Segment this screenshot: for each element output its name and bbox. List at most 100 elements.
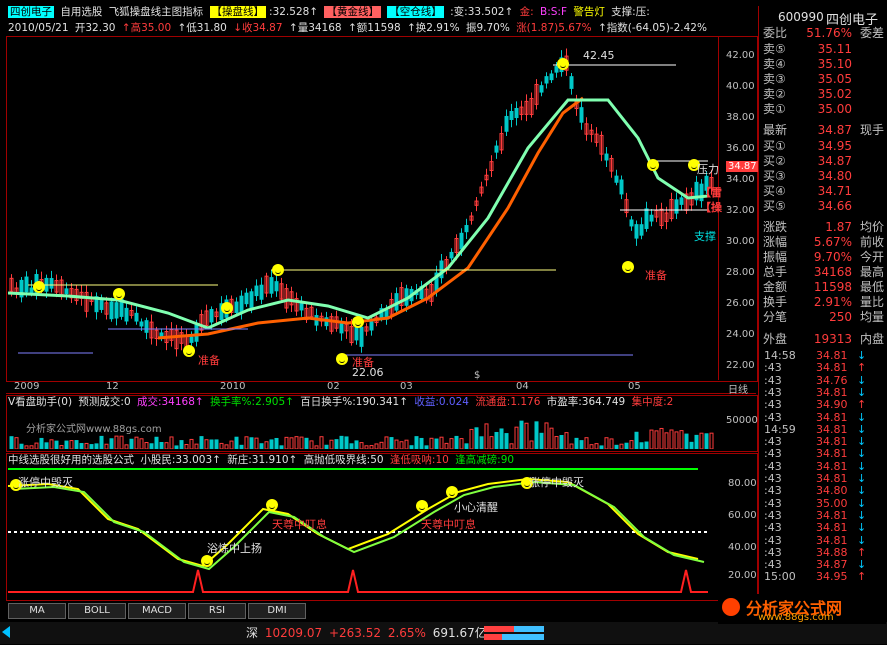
index-value: 10209.07	[264, 626, 323, 640]
huang-jin-label: 【黄金线】	[324, 6, 381, 18]
volume-bar	[154, 436, 159, 449]
volume-bar	[199, 436, 204, 449]
volume-bar	[99, 435, 104, 449]
volume-bar	[609, 438, 614, 449]
tick-row: 15:00 34.95 ↑	[764, 570, 867, 584]
volume-bar	[629, 440, 634, 449]
volume-bar	[144, 442, 149, 449]
date-label: 04	[516, 381, 529, 392]
ask-row: 卖① 35.00	[763, 102, 852, 116]
candle-chart[interactable]	[8, 38, 717, 378]
volume-bar	[244, 436, 249, 449]
volume-bar	[74, 440, 79, 449]
osc-smile-6	[201, 555, 213, 567]
volume-bar	[624, 442, 629, 449]
volume-bar	[299, 436, 304, 449]
stock-code[interactable]: 600990	[778, 10, 824, 24]
volume-bar	[419, 437, 424, 449]
tab-macd[interactable]: MACD	[128, 603, 186, 619]
volume-bar	[359, 442, 364, 449]
volume-bar	[384, 436, 389, 449]
volume-bar	[489, 436, 494, 449]
volume-bar	[259, 443, 264, 449]
volume-bar	[164, 442, 169, 449]
custom-menu[interactable]: 自用选股	[60, 6, 102, 18]
volume-bar	[674, 431, 679, 449]
volume-bar	[189, 438, 194, 449]
period-label[interactable]: 日线	[728, 381, 748, 396]
volume-bar	[709, 432, 714, 449]
date-label: 02	[327, 381, 340, 392]
price-tick: 38.00	[726, 112, 755, 123]
cao-pan-label: 【操盘线】	[209, 6, 267, 18]
price-tick: 42.00	[726, 50, 755, 61]
bid-row: 买① 34.95	[763, 139, 852, 153]
date-label: 12	[106, 381, 119, 392]
wei-bi-row: 委比 51.76% 委差	[763, 26, 884, 40]
volume-bar	[424, 445, 429, 449]
price-tick: 32.00	[726, 205, 755, 216]
cao-label: 【操	[700, 201, 722, 214]
candles-group	[9, 48, 714, 357]
volume-bar	[399, 441, 404, 449]
volume-bar	[459, 438, 464, 449]
volume-bar	[134, 436, 139, 449]
volume-bar	[194, 443, 199, 449]
smile-marker-1	[33, 281, 45, 293]
volume-bar	[619, 443, 624, 449]
indicator-title[interactable]: 飞狐操盘线主图指标	[109, 6, 204, 18]
smile-marker-11	[183, 345, 195, 357]
kong-cang-label: 【空仓线】	[387, 6, 444, 18]
support-label: 支撑	[694, 230, 716, 243]
volume-bar	[249, 437, 254, 449]
volume-bar	[174, 445, 179, 449]
scroll-arrow-left[interactable]	[2, 626, 10, 638]
lei-label: 【雷	[700, 186, 722, 199]
ask-row: 卖② 35.02	[763, 87, 852, 101]
volume-bar	[344, 436, 349, 449]
volume-bar	[534, 421, 539, 449]
quote-date: 2010/05/21	[8, 22, 69, 34]
osc-tag-5: 涨停中毁灭	[529, 476, 584, 489]
zhunbei-label-2: 准备	[352, 356, 374, 369]
stat-row: 涨跌 1.87 均价	[763, 220, 884, 234]
volume-bar	[89, 444, 94, 449]
market-name[interactable]: 深	[246, 626, 258, 640]
pressure-label: 压力	[697, 163, 719, 176]
volume-bar	[439, 436, 444, 449]
stock-name-header[interactable]: 四创电子	[8, 6, 54, 18]
volume-bar	[484, 423, 489, 449]
buy-signal-line	[8, 569, 708, 593]
zhunbei-label-1: 准备	[198, 354, 220, 367]
volume-bar	[499, 428, 504, 449]
volume-bar	[634, 431, 639, 449]
status-progress	[484, 626, 544, 640]
volume-bar	[519, 420, 524, 449]
osc-tick: 40.00	[728, 542, 757, 553]
smile-marker-9	[622, 261, 634, 273]
bid-row: 买④ 34.71	[763, 184, 852, 198]
volume-bar	[559, 435, 564, 449]
volume-bar	[269, 439, 274, 449]
volume-bar	[54, 440, 59, 449]
volume-bar	[594, 443, 599, 449]
price-tick: 30.00	[726, 236, 755, 247]
stat-row: 总手 34168 最高	[763, 265, 884, 279]
volume-bar	[84, 442, 89, 449]
tab-rsi[interactable]: RSI	[188, 603, 246, 619]
date-label: 03	[400, 381, 413, 392]
volume-bar	[529, 440, 534, 449]
volume-bar	[639, 442, 644, 449]
volume-bar	[274, 437, 279, 449]
volume-bar	[329, 439, 334, 449]
tab-boll[interactable]: BOLL	[68, 603, 126, 619]
volume-bar	[204, 439, 209, 449]
volume-bar	[554, 436, 559, 449]
volume-bar	[454, 435, 459, 449]
tab-ma[interactable]: MA	[8, 603, 66, 619]
stat-row: 金额 11598 最低	[763, 280, 884, 294]
latest-row: 最新 34.87 现手	[763, 123, 884, 137]
price-tick: 22.00	[726, 360, 755, 371]
tab-dmi[interactable]: DMI	[248, 603, 306, 619]
volume-bar	[49, 439, 54, 449]
